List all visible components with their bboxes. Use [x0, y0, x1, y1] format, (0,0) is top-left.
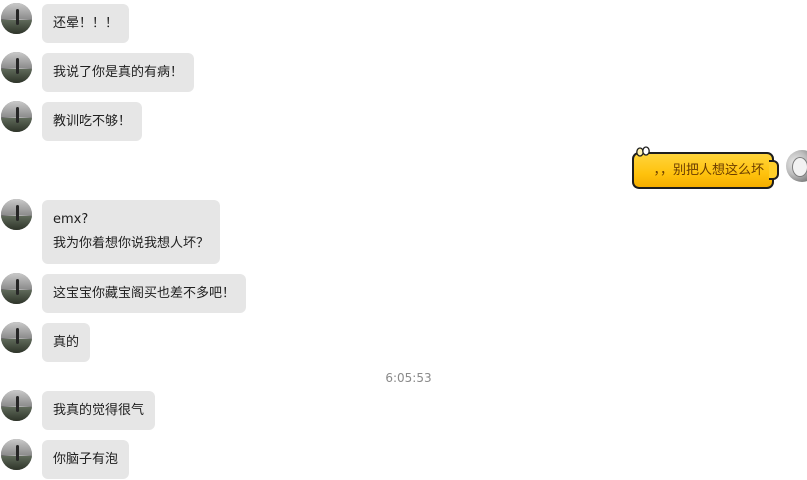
ear-decoration-icon: [636, 146, 650, 157]
message-text: 教训吃不够！: [53, 114, 132, 129]
contact-avatar[interactable]: [1, 390, 32, 421]
message-text: ，，别把人想这么坏: [653, 163, 764, 178]
contact-avatar[interactable]: [1, 439, 32, 470]
message-text: 真的: [53, 335, 80, 350]
incoming-message-bubble[interactable]: 我说了你是真的有病！: [42, 53, 195, 92]
message-text-line: emx?: [53, 212, 89, 227]
chat-message-list[interactable]: 还晕！！！ 我说了你是真的有病！ 教训吃不够！ ，，别把人想这么坏 emx? 我…: [0, 0, 807, 480]
contact-avatar[interactable]: [1, 273, 32, 304]
contact-avatar[interactable]: [1, 322, 32, 353]
incoming-message-bubble[interactable]: 真的: [42, 323, 91, 362]
message-text: 我说了你是真的有病！: [53, 65, 184, 80]
message-timestamp: 6:05:53: [385, 371, 432, 385]
bubble-tail: [769, 160, 779, 180]
message-text: 这宝宝你藏宝阁买也差不多吧！: [53, 286, 236, 301]
incoming-message-bubble[interactable]: 还晕！！！: [42, 4, 130, 43]
incoming-message-bubble[interactable]: 这宝宝你藏宝阁买也差不多吧！: [42, 274, 247, 313]
contact-avatar[interactable]: [1, 101, 32, 132]
contact-avatar[interactable]: [1, 3, 32, 34]
outgoing-message-bubble[interactable]: ，，别把人想这么坏: [632, 146, 779, 189]
incoming-message-bubble[interactable]: 你脑子有泡: [42, 440, 130, 479]
incoming-message-bubble[interactable]: emx? 我为你着想你说我想人坏？: [42, 200, 221, 264]
own-avatar[interactable]: [786, 150, 807, 182]
contact-avatar[interactable]: [1, 199, 32, 230]
message-text: 你脑子有泡: [53, 452, 119, 467]
message-text: 我真的觉得很气: [53, 403, 145, 418]
message-text-line: 我为你着想你说我想人坏？: [53, 236, 210, 251]
incoming-message-bubble[interactable]: 教训吃不够！: [42, 102, 143, 141]
message-text: 还晕！！！: [53, 16, 119, 31]
incoming-message-bubble[interactable]: 我真的觉得很气: [42, 391, 156, 430]
contact-avatar[interactable]: [1, 52, 32, 83]
